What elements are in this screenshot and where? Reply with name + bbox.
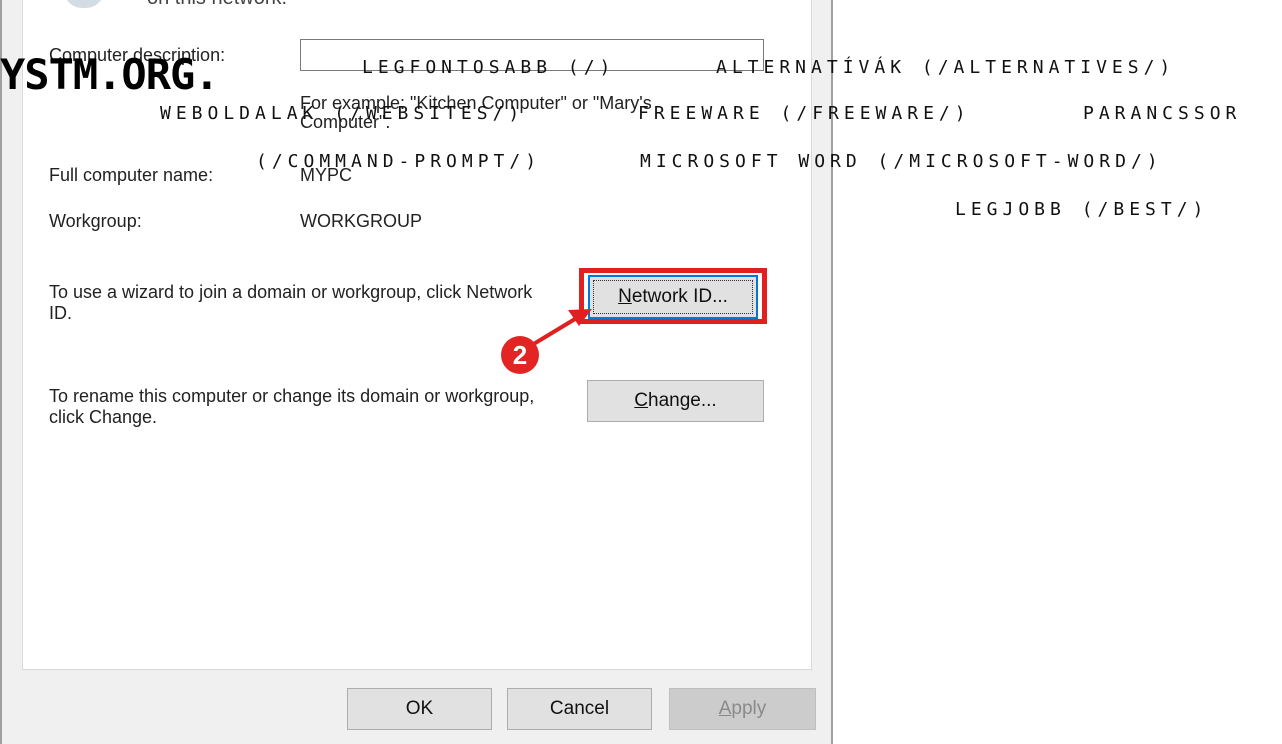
workgroup-label: Workgroup: xyxy=(49,211,142,231)
nav-link-legjobb[interactable]: LEGJOBB (/BEST/) xyxy=(955,198,1208,222)
rename-instructions: To rename this computer or change its do… xyxy=(49,386,535,427)
network-id-button[interactable]: Network ID... xyxy=(588,275,758,319)
apply-mnemonic: A xyxy=(718,698,732,719)
intro-text: on this network. xyxy=(147,0,287,10)
nav-link-alternativak[interactable]: ALTERNATÍVÁK (/ALTERNATIVES/) xyxy=(716,56,1175,80)
network-id-instructions: To use a wizard to join a domain or work… xyxy=(49,282,533,323)
change-mnemonic: C xyxy=(634,390,649,411)
change-button[interactable]: Change... xyxy=(587,380,764,422)
nav-link-microsoft-word[interactable]: MICROSOFT WORD (/MICROSOFT-WORD/) xyxy=(640,150,1163,174)
workgroup-value: WORKGROUP xyxy=(300,211,423,231)
nav-link-freeware[interactable]: FREEWARE (/FREEWARE/) xyxy=(638,102,971,126)
network-id-mnemonic: N xyxy=(618,286,632,307)
apply-button[interactable]: Apply xyxy=(669,688,816,730)
nav-link-parancssor[interactable]: PARANCSSOR xyxy=(1083,102,1241,126)
network-id-label: etwork ID... xyxy=(631,286,728,307)
ok-button[interactable]: OK xyxy=(347,688,492,730)
nav-link-weboldalak[interactable]: WEBOLDALAK (/WEBSITES/) xyxy=(160,102,524,126)
apply-label: pply xyxy=(731,698,767,719)
cancel-button[interactable]: Cancel xyxy=(507,688,652,730)
site-logo[interactable]: YSTM.ORG. xyxy=(0,50,220,100)
nav-link-command-prompt[interactable]: (/COMMAND-PROMPT/) xyxy=(256,150,541,174)
nav-link-legfontosabb[interactable]: LEGFONTOSABB (/) xyxy=(362,56,615,80)
step-badge: 2 xyxy=(501,336,539,374)
change-label: hange... xyxy=(648,390,717,411)
full-computer-name-label: Full computer name: xyxy=(49,165,214,185)
